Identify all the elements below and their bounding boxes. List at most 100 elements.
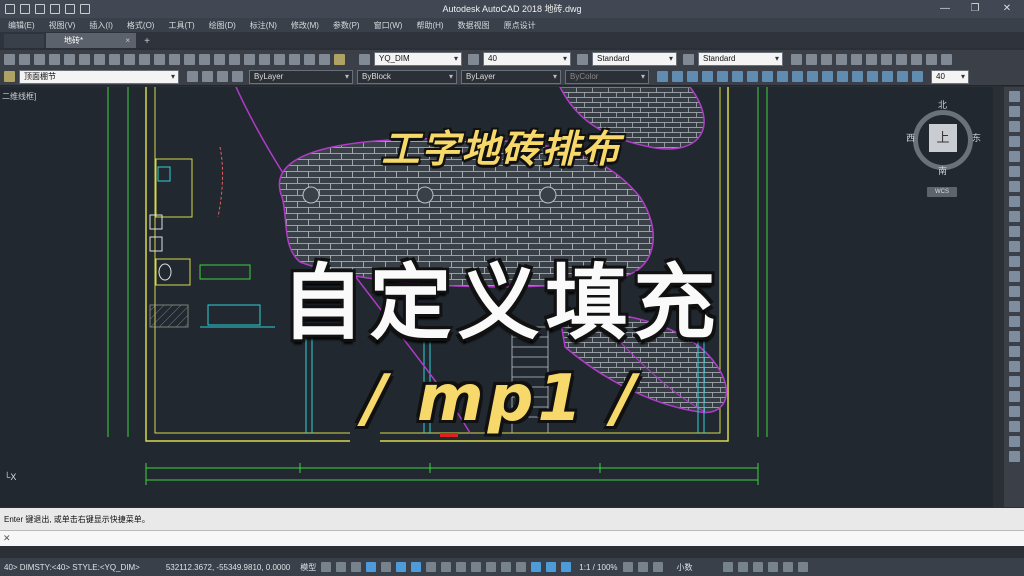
isodraft-icon[interactable] — [381, 562, 392, 572]
menu-insert[interactable]: 插入(I) — [89, 20, 113, 31]
menu-edit[interactable]: 编辑(E) — [8, 20, 35, 31]
pedit-icon[interactable] — [1008, 391, 1020, 402]
lock-ui-icon[interactable] — [737, 562, 748, 572]
scale-icon[interactable] — [1008, 196, 1020, 207]
redo-icon[interactable] — [80, 4, 90, 14]
menu-format[interactable]: 格式(O) — [127, 20, 155, 31]
fillet-icon[interactable] — [1008, 301, 1020, 312]
text-a4-icon[interactable] — [836, 53, 847, 65]
gizmo-icon[interactable] — [516, 562, 527, 572]
model-space-button[interactable]: 模型 — [300, 562, 316, 573]
table-icon[interactable] — [777, 71, 788, 82]
auto-scale-icon[interactable] — [546, 562, 557, 572]
text-a11-icon[interactable] — [941, 53, 952, 65]
rotate-icon[interactable] — [1008, 181, 1020, 192]
rectangle-icon[interactable] — [717, 71, 728, 82]
text-a9-icon[interactable] — [911, 53, 922, 65]
object-snap-tracking-icon[interactable] — [396, 562, 407, 572]
revcloud-icon[interactable] — [882, 71, 893, 82]
dim-scale-select[interactable]: 40 — [483, 52, 571, 66]
annotation-scale-icon[interactable] — [561, 562, 572, 572]
make-current-icon[interactable] — [202, 71, 213, 82]
paste-icon[interactable] — [124, 53, 135, 65]
new-icon[interactable] — [4, 53, 15, 65]
3d-osnap-icon[interactable] — [471, 562, 482, 572]
properties-icon[interactable] — [244, 53, 255, 65]
menu-dimension[interactable]: 标注(N) — [250, 20, 277, 31]
minimize-button[interactable]: — — [930, 0, 960, 18]
compass-north[interactable]: 北 — [938, 98, 947, 111]
dynamic-ucs-icon[interactable] — [486, 562, 497, 572]
lineweight-icon[interactable] — [426, 562, 437, 572]
overkill-icon[interactable] — [1008, 436, 1020, 447]
help-icon[interactable] — [334, 53, 345, 65]
start-tab[interactable] — [4, 34, 44, 48]
annotation-scale-value[interactable]: 1:1 / 100% — [579, 563, 617, 572]
pan-icon[interactable] — [184, 53, 195, 65]
text-a8-icon[interactable] — [896, 53, 907, 65]
point-icon[interactable] — [807, 71, 818, 82]
color-select[interactable]: ByLayer — [249, 69, 353, 84]
tab-close-icon[interactable]: × — [125, 33, 130, 48]
quick-properties-icon[interactable] — [722, 562, 733, 572]
layer-state-icon[interactable] — [232, 71, 243, 82]
ortho-icon[interactable] — [351, 562, 362, 572]
isolate-objects-icon[interactable] — [752, 562, 763, 572]
polyline-icon[interactable] — [672, 71, 683, 82]
join-icon[interactable] — [1008, 271, 1020, 282]
lengthen-icon[interactable] — [1008, 331, 1020, 342]
spline-icon[interactable] — [897, 71, 908, 82]
snap-icon[interactable] — [336, 562, 347, 572]
tab-drawing[interactable]: 地砖* × — [46, 33, 136, 48]
measure-icon[interactable] — [1008, 376, 1020, 387]
arc-icon[interactable] — [702, 71, 713, 82]
save-icon[interactable] — [50, 4, 60, 14]
app-menu-icon[interactable] — [5, 4, 15, 14]
tool-palette-icon[interactable] — [274, 53, 285, 65]
wcs-menu[interactable]: WCS — [927, 187, 957, 197]
command-input[interactable]: ✕ — [0, 530, 1024, 546]
zoom-previous-icon[interactable] — [229, 53, 240, 65]
block-icon[interactable] — [822, 71, 833, 82]
explode-icon[interactable] — [1008, 316, 1020, 327]
menu-help[interactable]: 帮助(H) — [416, 20, 443, 31]
lineweight-select[interactable]: ByLayer — [461, 69, 561, 84]
mtext-icon[interactable] — [792, 71, 803, 82]
text-a6-icon[interactable] — [866, 53, 877, 65]
menu-modify[interactable]: 修改(M) — [291, 20, 319, 31]
align-icon[interactable] — [1008, 346, 1020, 357]
zoom-window-icon[interactable] — [214, 53, 225, 65]
markup-icon[interactable] — [304, 53, 315, 65]
ellipse-icon[interactable] — [732, 71, 743, 82]
save-icon[interactable] — [34, 53, 45, 65]
workspace-gear-icon[interactable] — [622, 562, 633, 572]
layer-properties-icon[interactable] — [187, 71, 198, 82]
plotstyle-select[interactable]: ByColor — [565, 69, 649, 84]
menu-origin-design[interactable]: 原点设计 — [504, 20, 536, 31]
chamfer-icon[interactable] — [1008, 286, 1020, 297]
move-icon[interactable] — [1008, 166, 1020, 177]
units-select[interactable]: 小数 — [677, 562, 693, 573]
extend-icon[interactable] — [1008, 241, 1020, 252]
print-icon[interactable] — [49, 53, 60, 65]
polar-icon[interactable] — [366, 562, 377, 572]
text-style-select[interactable]: Standard — [592, 52, 677, 66]
menu-draw[interactable]: 绘图(D) — [209, 20, 236, 31]
text-a2-icon[interactable] — [806, 53, 817, 65]
annotation-monitor-icon[interactable] — [652, 562, 663, 572]
selection-filter-icon[interactable] — [501, 562, 512, 572]
hatch-edit-icon[interactable] — [1008, 406, 1020, 417]
text-a5-icon[interactable] — [851, 53, 862, 65]
clean-screen-icon[interactable] — [782, 562, 793, 572]
gradient-icon[interactable] — [852, 71, 863, 82]
mirror-icon[interactable] — [1008, 121, 1020, 132]
design-center-icon[interactable] — [259, 53, 270, 65]
grid-icon[interactable] — [321, 562, 332, 572]
zoom-value-select[interactable]: 40 — [931, 69, 969, 84]
break-icon[interactable] — [1008, 256, 1020, 267]
transparency-icon[interactable] — [441, 562, 452, 572]
maximize-button[interactable]: ❐ — [960, 0, 990, 18]
hardware-acceleration-icon[interactable] — [767, 562, 778, 572]
new-icon[interactable] — [20, 4, 30, 14]
layer-select[interactable]: 顶面棚节 — [19, 69, 179, 84]
